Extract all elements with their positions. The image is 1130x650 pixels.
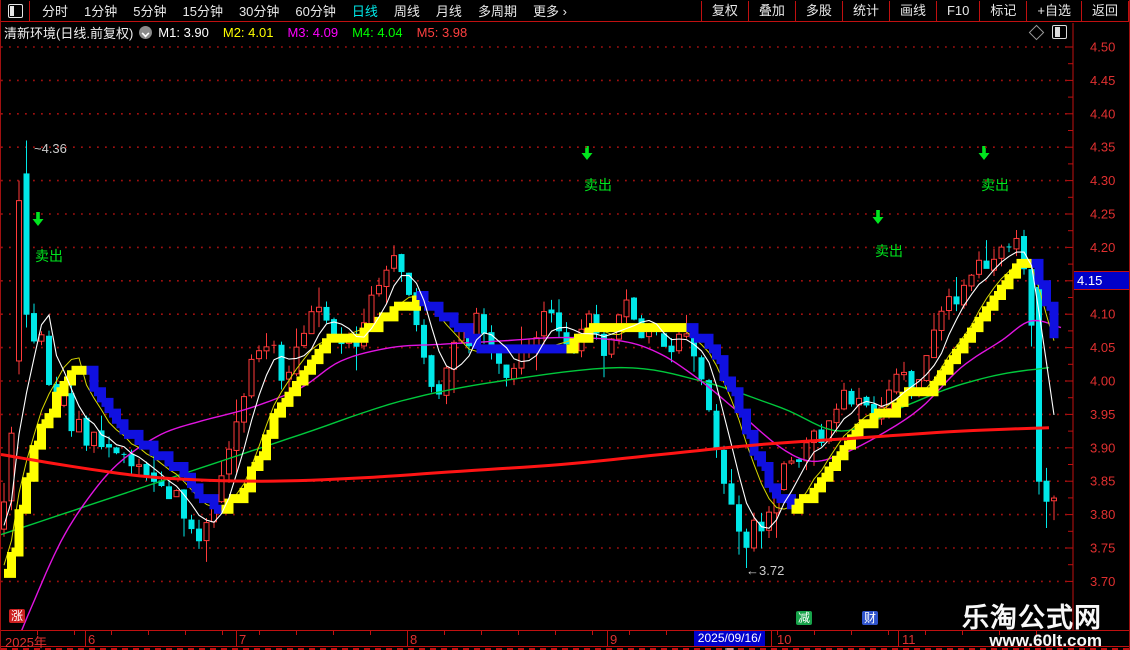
candlestick-chart[interactable]: 4.50 4.45 4.40 4.35 4.30 4.25 4.20 4.15 4.10 4.05… xyxy=(1,0,1130,650)
sell-signal-1: 卖出 xyxy=(581,146,612,193)
badge-jian[interactable]: 减 xyxy=(796,611,813,625)
sell-label: 卖出 xyxy=(584,177,612,193)
svg-text:4.20: 4.20 xyxy=(1090,240,1115,255)
year-label: 2025年 xyxy=(5,635,47,650)
svg-text:4.00: 4.00 xyxy=(1090,374,1115,389)
date-axis[interactable]: 2025年 6 7 8 9 10 11 2025/09/16/二 xyxy=(1,630,1129,650)
svg-text:4.10: 4.10 xyxy=(1090,307,1115,322)
svg-text:4.30: 4.30 xyxy=(1090,173,1115,188)
price-annotation-low: ←3.72 xyxy=(746,563,784,578)
svg-text:3.90: 3.90 xyxy=(1090,440,1115,455)
axis-separator xyxy=(771,631,772,646)
sell-arrow-icon xyxy=(872,210,884,224)
sell-label: 卖出 xyxy=(981,177,1009,193)
current-price-badge: 4.15 xyxy=(1074,271,1129,291)
sell-label: 卖出 xyxy=(875,243,903,259)
svg-text:4.25: 4.25 xyxy=(1090,207,1115,222)
sell-signal-3: 卖出 xyxy=(978,146,1009,193)
month-label-1: 7 xyxy=(239,632,247,647)
badge-zhang[interactable]: 涨 xyxy=(9,609,26,623)
axis-separator xyxy=(898,631,899,646)
svg-text:4.35: 4.35 xyxy=(1090,140,1115,155)
axis-separator xyxy=(236,631,237,646)
month-label-5: 11 xyxy=(902,632,916,647)
sell-signal-0: 卖出 xyxy=(32,212,63,264)
selected-date-badge: 2025/09/16/二 xyxy=(694,631,765,650)
watermark-url: www.60lt.com xyxy=(989,631,1102,650)
watermark-site-name: 乐淘公式网 xyxy=(962,603,1102,633)
svg-text:4.05: 4.05 xyxy=(1090,340,1115,355)
axis-separator xyxy=(407,631,408,646)
svg-text:4.50: 4.50 xyxy=(1090,40,1115,55)
svg-text:3.85: 3.85 xyxy=(1090,474,1115,489)
sell-arrow-icon xyxy=(978,146,990,160)
svg-text:3.75: 3.75 xyxy=(1090,541,1115,556)
month-label-4: 10 xyxy=(777,632,792,647)
svg-text:3.70: 3.70 xyxy=(1090,574,1115,589)
svg-text:3.95: 3.95 xyxy=(1090,407,1115,422)
badge-cai[interactable]: 财 xyxy=(862,611,879,625)
month-label-2: 8 xyxy=(410,632,418,647)
watermark: 乐淘公式网 www.60lt.com xyxy=(962,603,1102,650)
month-label-3: 9 xyxy=(610,632,618,647)
sell-arrow-icon xyxy=(581,146,593,160)
svg-text:4.40: 4.40 xyxy=(1090,106,1115,121)
month-label-0: 6 xyxy=(88,632,96,647)
svg-text:3.80: 3.80 xyxy=(1090,507,1115,522)
sell-label: 卖出 xyxy=(35,248,63,264)
axis-separator xyxy=(607,631,608,646)
price-annotation-high: ~4.36 xyxy=(34,141,67,156)
sell-signal-2: 卖出 xyxy=(872,210,903,259)
svg-text:4.45: 4.45 xyxy=(1090,73,1115,88)
trading-app-window: 分时 1分钟 5分钟 15分钟 30分钟 60分钟 日线 周线 月线 多周期 更多 › 复权 叠加 多股… xyxy=(0,0,1130,650)
axis-separator xyxy=(85,631,86,646)
